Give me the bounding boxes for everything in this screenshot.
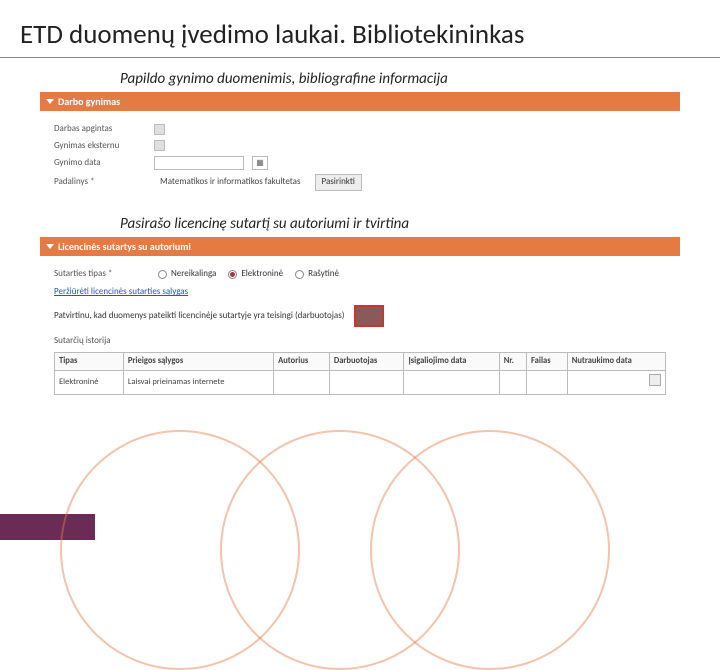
section2-caption: Pasirašo licencinę sutartį su autoriumi … <box>120 215 720 233</box>
th-failas: Failas <box>527 352 568 371</box>
edit-icon[interactable] <box>649 374 661 386</box>
history-heading: Sutarčių istorija <box>54 335 666 348</box>
radio-nereikalinga[interactable] <box>158 270 167 279</box>
page-title: ETD duomenų įvedimo laukai. Bibliotekini… <box>0 0 720 58</box>
pasirinkti-button[interactable]: Pasirinkti <box>315 174 362 191</box>
cell-darbuotojas <box>329 371 404 395</box>
label-gynimo-data: Gynimo data <box>54 157 146 170</box>
radio-elektronine[interactable] <box>228 270 237 279</box>
th-salygos: Prieigos sąlygos <box>123 352 273 371</box>
checkbox-eksternu[interactable] <box>154 140 165 151</box>
radio-label-rasytine: Rašytinė <box>308 268 339 281</box>
section2-header-label: Licencinės sutartys su autoriumi <box>58 240 191 253</box>
sutarciu-table: Tipas Prieigos sąlygos Autorius Darbuoto… <box>54 352 666 396</box>
cell-galioja <box>404 371 499 395</box>
ack-confirm-box[interactable] <box>354 305 384 327</box>
ack-text: Patvirtinu, kad duomenys pateikti licenc… <box>54 310 344 323</box>
checkbox-apgintas[interactable] <box>154 124 165 135</box>
collapse-icon <box>46 99 54 104</box>
th-nutraukimas: Nutraukimo data <box>567 352 665 371</box>
table-row: Elektroninė Laisvai prieinamas internete <box>55 371 666 395</box>
value-padalinys: Matematikos ir informatikos fakultetas <box>154 176 307 189</box>
section-licencines-sutartys: Licencinės sutartys su autoriumi Sutarti… <box>40 237 680 404</box>
th-nr: Nr. <box>499 352 526 371</box>
section1-caption: Papildo gynimo duomenimis, bibliografine… <box>120 70 720 88</box>
label-eksternu: Gynimas eksternu <box>54 140 146 153</box>
radio-label-elektronine: Elektroninė <box>241 268 283 281</box>
radio-label-nereikalinga: Nereikalinga <box>171 268 216 281</box>
cell-tipas: Elektroninė <box>55 371 124 395</box>
slide-footer <box>0 514 720 540</box>
link-perziureti-salygas[interactable]: Peržiūrėti licencinės sutarties sąlygas <box>54 286 188 297</box>
cell-failas <box>527 371 568 395</box>
input-gynimo-data[interactable] <box>154 156 244 170</box>
collapse-icon <box>46 244 54 249</box>
radio-rasytine[interactable] <box>295 270 304 279</box>
label-padalinys: Padalinys * <box>54 176 146 189</box>
cell-salygos: Laisvai prieinamas internete <box>123 371 273 395</box>
label-apgintas: Darbas apgintas <box>54 123 146 136</box>
calendar-icon[interactable]: ▦ <box>252 156 268 170</box>
cell-autorius <box>274 371 330 395</box>
section1-header-label: Darbo gynimas <box>58 95 120 108</box>
label-sutarties-tipas: Sutarties tipas * <box>54 268 146 281</box>
th-darbuotojas: Darbuotojas <box>329 352 404 371</box>
cell-nr <box>499 371 526 395</box>
section-darbo-gynimas: Darbo gynimas Darbas apgintas Gynimas ek… <box>40 92 680 203</box>
cell-nutraukimas <box>567 371 665 395</box>
section1-header[interactable]: Darbo gynimas <box>40 92 680 111</box>
th-tipas: Tipas <box>55 352 124 371</box>
th-autorius: Autorius <box>274 352 330 371</box>
section2-header[interactable]: Licencinės sutartys su autoriumi <box>40 237 680 256</box>
th-galioja: Įsigaliojimo data <box>404 352 499 371</box>
